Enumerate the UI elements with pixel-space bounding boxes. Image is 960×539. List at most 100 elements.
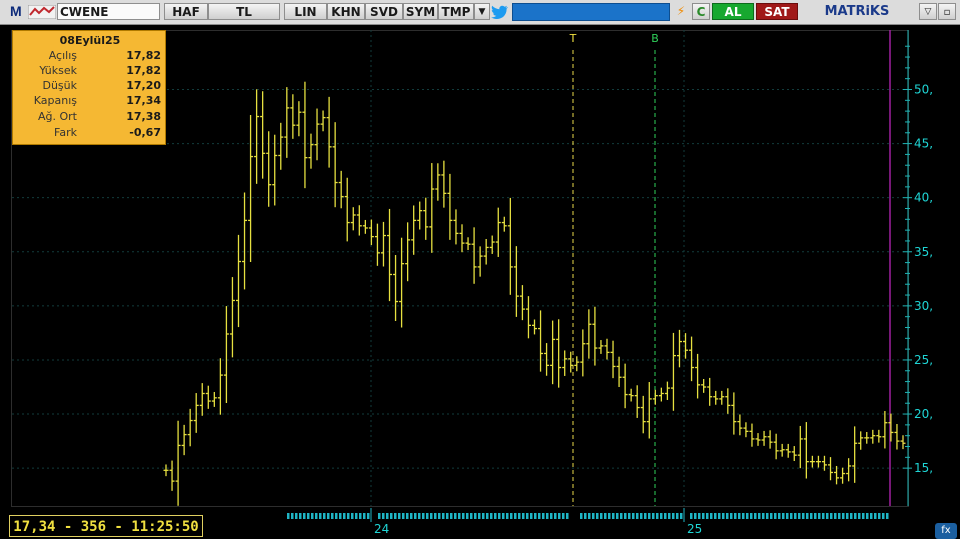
x-axis-tick bbox=[466, 513, 469, 519]
x-axis-tick bbox=[446, 513, 449, 519]
x-axis-tick bbox=[430, 513, 433, 519]
x-axis-tick bbox=[798, 513, 801, 519]
x-axis-tick bbox=[584, 513, 587, 519]
x-axis-tick bbox=[382, 513, 385, 519]
x-axis-tick bbox=[303, 513, 306, 519]
x-axis-tick bbox=[786, 513, 789, 519]
x-axis-tick bbox=[766, 513, 769, 519]
x-axis-tick bbox=[470, 513, 473, 519]
x-axis-tick bbox=[790, 513, 793, 519]
x-axis-tick bbox=[450, 513, 453, 519]
info-date: 08Eylül25 bbox=[59, 34, 121, 47]
x-axis-tick bbox=[580, 513, 583, 519]
x-axis-tick bbox=[538, 513, 541, 519]
x-axis-tick bbox=[632, 513, 635, 519]
x-axis-tick bbox=[434, 513, 437, 519]
x-axis-tick bbox=[592, 513, 595, 519]
x-axis-tick bbox=[882, 513, 885, 519]
x-axis-tick bbox=[672, 513, 675, 519]
x-axis-tick bbox=[778, 513, 781, 519]
y-tick-label: 35, bbox=[914, 245, 933, 259]
x-axis-tick bbox=[474, 513, 477, 519]
x-axis-tick bbox=[386, 513, 389, 519]
y-tick-label: 25, bbox=[914, 353, 933, 367]
y-tick-label: 20, bbox=[914, 407, 933, 421]
y-tick-label: 45, bbox=[914, 137, 933, 151]
x-axis-tick bbox=[562, 513, 565, 519]
x-axis-tick bbox=[327, 513, 330, 519]
x-axis-tick bbox=[612, 513, 615, 519]
x-axis-tick bbox=[426, 513, 429, 519]
x-axis-tick bbox=[566, 513, 569, 519]
status-readout: 17,34 - 356 - 11:25:50 bbox=[9, 515, 203, 537]
ohlc-info-box: 08Eylül25 Açılış 17,82 Yüksek 17,82 Düşük 1… bbox=[12, 30, 166, 145]
info-row-close: Kapanış 17,34 bbox=[33, 94, 161, 107]
x-axis-tick bbox=[706, 513, 709, 519]
x-axis-tick bbox=[398, 513, 401, 519]
x-axis-tick bbox=[858, 513, 861, 519]
x-axis-tick bbox=[462, 513, 465, 519]
x-axis-tick bbox=[862, 513, 865, 519]
x-axis-tick bbox=[806, 513, 809, 519]
x-axis-tick bbox=[822, 513, 825, 519]
x-axis-tick bbox=[355, 513, 358, 519]
x-axis-tick bbox=[886, 513, 889, 519]
x-axis-tick bbox=[295, 513, 298, 519]
x-axis-tick bbox=[311, 513, 314, 519]
x-axis-tick bbox=[636, 513, 639, 519]
x-axis-tick bbox=[315, 513, 318, 519]
x-axis-tick bbox=[514, 513, 517, 519]
x-axis-tick bbox=[694, 513, 697, 519]
x-axis-tick bbox=[742, 513, 745, 519]
x-axis-tick bbox=[846, 513, 849, 519]
x-axis-tick bbox=[378, 513, 381, 519]
x-axis-tick bbox=[307, 513, 310, 519]
x-axis-tick bbox=[616, 513, 619, 519]
x-axis-tick bbox=[850, 513, 853, 519]
x-axis-tick bbox=[866, 513, 869, 519]
x-axis-tick bbox=[490, 513, 493, 519]
x-axis-tick bbox=[518, 513, 521, 519]
x-axis-tick bbox=[506, 513, 509, 519]
x-axis-tick bbox=[588, 513, 591, 519]
x-axis-tick bbox=[454, 513, 457, 519]
x-axis-tick bbox=[414, 513, 417, 519]
x-axis-tick bbox=[878, 513, 881, 519]
x-axis-tick bbox=[347, 513, 350, 519]
x-axis-tick bbox=[726, 513, 729, 519]
x-axis-tick bbox=[814, 513, 817, 519]
x-axis-tick bbox=[339, 513, 342, 519]
x-axis-tick bbox=[640, 513, 643, 519]
x-axis-tick bbox=[794, 513, 797, 519]
x-axis-tick bbox=[854, 513, 857, 519]
x-axis-tick bbox=[299, 513, 302, 519]
x-axis-tick bbox=[502, 513, 505, 519]
x-axis-tick bbox=[530, 513, 533, 519]
x-axis-tick bbox=[770, 513, 773, 519]
x-axis-tick bbox=[510, 513, 513, 519]
vertical-markers bbox=[572, 30, 891, 506]
info-row-high: Yüksek 17,82 bbox=[39, 64, 161, 77]
info-row-open: Açılış 17,82 bbox=[48, 49, 161, 62]
y-tick-label: 15, bbox=[914, 461, 933, 475]
x-axis-tick bbox=[367, 513, 370, 519]
x-axis-tick bbox=[498, 513, 501, 519]
x-axis-tick bbox=[546, 513, 549, 519]
x-axis-tick bbox=[406, 513, 409, 519]
x-axis-tick bbox=[656, 513, 659, 519]
x-axis-tick bbox=[554, 513, 557, 519]
x-tick-label: 24 bbox=[374, 522, 389, 536]
x-axis-tick bbox=[710, 513, 713, 519]
x-axis-tick bbox=[550, 513, 553, 519]
x-axis-tick bbox=[734, 513, 737, 519]
info-row-low: Düşük 17,20 bbox=[42, 79, 161, 92]
info-row-wavg: Ağ. Ort 17,38 bbox=[38, 110, 161, 123]
x-axis-tick bbox=[746, 513, 749, 519]
x-axis-tick bbox=[600, 513, 603, 519]
x-axis-tick bbox=[522, 513, 525, 519]
x-axis-tick bbox=[534, 513, 537, 519]
x-axis-tick bbox=[604, 513, 607, 519]
x-axis-tick bbox=[874, 513, 877, 519]
x-axis-tick bbox=[750, 513, 753, 519]
settings-icon[interactable]: fx bbox=[935, 523, 957, 539]
